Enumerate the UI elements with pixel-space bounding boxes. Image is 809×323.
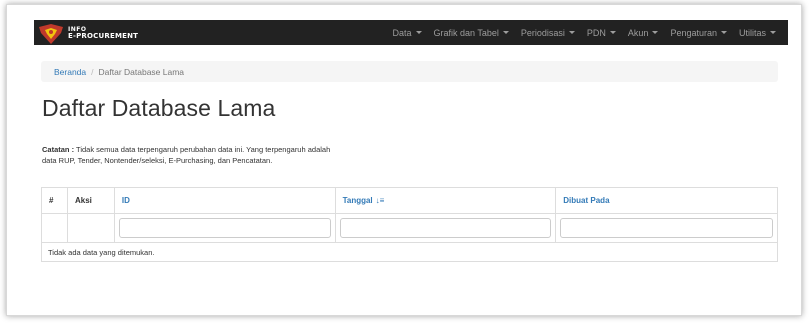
menu-utilitas-label: Utilitas (738, 27, 766, 38)
note-label: Catatan : (42, 145, 75, 154)
note-line1: Tidak semua data terpengaruh perubahan d… (74, 145, 331, 154)
filter-cell-id (113, 213, 336, 243)
filter-cell-empty (66, 213, 115, 243)
chevron-down-icon (609, 31, 616, 34)
brand[interactable]: INFO E-PROCUREMENT (34, 20, 138, 45)
table-header-row: # Aksi ID Tanggal ↓≡ Dibuat Pada (41, 187, 778, 214)
chevron-down-icon (770, 31, 776, 34)
chevron-down-icon (568, 31, 575, 34)
breadcrumb: Beranda / Daftar Database Lama (41, 61, 778, 82)
page-title: Daftar Database Lama (42, 95, 276, 121)
menu-pdn-label: PDN (586, 27, 606, 38)
filter-cell-empty (41, 213, 68, 243)
navbar: INFO E-PROCUREMENT Data Grafik dan Tabel… (34, 20, 788, 45)
breadcrumb-current: Daftar Database Lama (98, 66, 185, 77)
chevron-down-icon (415, 31, 422, 34)
menu-periodisasi[interactable]: Periodisasi (515, 28, 581, 38)
menu-grafik-label: Grafik dan Tabel (433, 27, 499, 38)
chevron-down-icon (652, 31, 659, 34)
menu-grafik-dan-tabel[interactable]: Grafik dan Tabel (428, 28, 515, 38)
column-header-tanggal[interactable]: Tanggal ↓≡ (334, 187, 557, 214)
menu-periodisasi-label: Periodisasi (520, 27, 565, 38)
filter-cell-tanggal (334, 213, 557, 243)
filter-cell-dibuat-pada (555, 213, 778, 243)
note-line2: data RUP, Tender, Nontender/seleksi, E-P… (42, 156, 273, 165)
brand-line2: E-PROCUREMENT (68, 31, 139, 40)
filter-tanggal-input[interactable] (339, 218, 552, 238)
menu-data[interactable]: Data (386, 28, 427, 38)
column-header-aksi: Aksi (66, 187, 115, 214)
main-menu: Data Grafik dan Tabel Periodisasi PDN Ak… (386, 20, 782, 45)
breadcrumb-separator: / (91, 66, 94, 77)
menu-akun[interactable]: Akun (622, 28, 665, 38)
menu-data-label: Data (392, 27, 412, 38)
column-header-id[interactable]: ID (113, 187, 336, 214)
column-header-number: # (41, 187, 68, 214)
sort-id-link[interactable]: ID (122, 196, 130, 205)
menu-utilitas[interactable]: Utilitas (733, 28, 782, 38)
sort-descending-icon: ↓≡ (375, 196, 385, 205)
sort-dibuat-pada-link[interactable]: Dibuat Pada (563, 196, 609, 205)
database-table: # Aksi ID Tanggal ↓≡ Dibuat Pada Tidak ad… (41, 187, 778, 262)
chevron-down-icon (720, 31, 727, 34)
chevron-down-icon (502, 31, 509, 34)
note: Catatan : Tidak semua data terpengaruh p… (42, 144, 462, 166)
menu-pengaturan-label: Pengaturan (670, 27, 717, 38)
empty-row: Tidak ada data yang ditemukan. (41, 242, 778, 262)
menu-pengaturan[interactable]: Pengaturan (664, 28, 733, 38)
filter-row (41, 213, 778, 243)
menu-akun-label: Akun (627, 27, 649, 38)
filter-dibuat-pada-input[interactable] (560, 218, 773, 238)
sort-tanggal-link[interactable]: Tanggal (343, 196, 373, 205)
menu-pdn[interactable]: PDN (581, 28, 622, 38)
filter-id-input[interactable] (118, 218, 331, 238)
brand-logo-icon (39, 23, 63, 44)
empty-message: Tidak ada data yang ditemukan. (41, 242, 778, 262)
breadcrumb-home-link[interactable]: Beranda (54, 67, 86, 77)
column-header-dibuat-pada[interactable]: Dibuat Pada (555, 187, 778, 214)
